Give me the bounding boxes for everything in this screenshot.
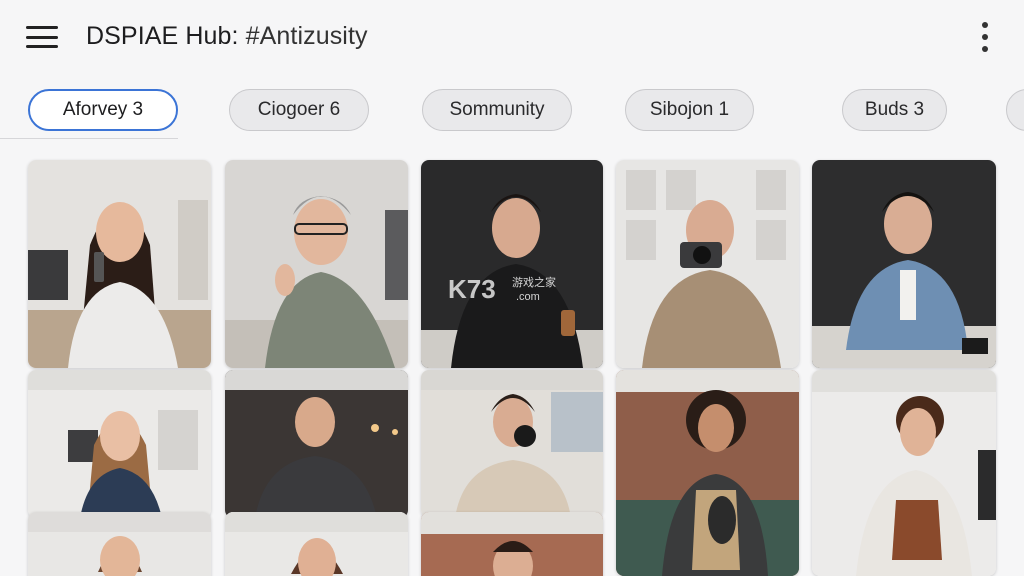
person-photo-icon (812, 370, 996, 576)
person-photo-icon (421, 160, 603, 368)
person-photo-icon (225, 370, 408, 518)
chip-label: Sibojon 1 (649, 99, 730, 120)
photo-card[interactable] (225, 512, 408, 576)
photo-card[interactable] (28, 512, 211, 576)
person-photo-icon (421, 370, 603, 518)
photo-card[interactable] (28, 160, 211, 368)
person-photo-icon (616, 370, 799, 576)
chip-4[interactable]: Buds 3 (842, 89, 947, 131)
chip-label: Sommunity (449, 99, 545, 120)
person-photo-icon (28, 160, 211, 368)
chip-label: Aforvey 3 (62, 99, 144, 120)
chip-underline (0, 138, 178, 139)
photo-card[interactable] (225, 370, 408, 518)
more-vert-icon[interactable] (978, 22, 992, 52)
photo-card[interactable] (616, 370, 799, 576)
chip-2[interactable]: Sommunity (422, 89, 572, 131)
filter-chips-row: Aforvey 3 Ciogoer 6 Sommunity Sibojon 1 … (0, 86, 1024, 136)
chip-label: Buds 3 (864, 99, 925, 120)
chip-label: Ciogoer 6 (257, 99, 341, 120)
photo-card[interactable] (421, 512, 603, 576)
chip-5[interactable] (1006, 89, 1024, 131)
chip-1[interactable]: Ciogoer 6 (229, 89, 369, 131)
chip-0[interactable]: Aforvey 3 (28, 89, 178, 131)
person-photo-icon (616, 160, 799, 368)
photo-card[interactable] (421, 160, 603, 368)
photo-card[interactable] (225, 160, 408, 368)
person-photo-icon (28, 370, 211, 518)
photo-card[interactable] (28, 370, 211, 518)
photo-grid (0, 158, 1024, 576)
photo-card[interactable] (421, 370, 603, 518)
top-app-bar: DSPIAE Hub: #Antizusity (0, 0, 1024, 76)
title-hashtag: #Antizusity (245, 22, 368, 50)
menu-icon[interactable] (26, 26, 58, 48)
chip-3[interactable]: Sibojon 1 (625, 89, 754, 131)
person-photo-icon (421, 512, 603, 576)
photo-card[interactable] (812, 160, 996, 368)
person-photo-icon (225, 512, 408, 576)
photo-card[interactable] (812, 370, 996, 576)
photo-card[interactable] (616, 160, 799, 368)
page-title: DSPIAE Hub: #Antizusity (86, 22, 368, 51)
title-text: DSPIAE Hub: (86, 22, 246, 50)
person-photo-icon (225, 160, 408, 368)
person-photo-icon (28, 512, 211, 576)
person-photo-icon (812, 160, 996, 368)
